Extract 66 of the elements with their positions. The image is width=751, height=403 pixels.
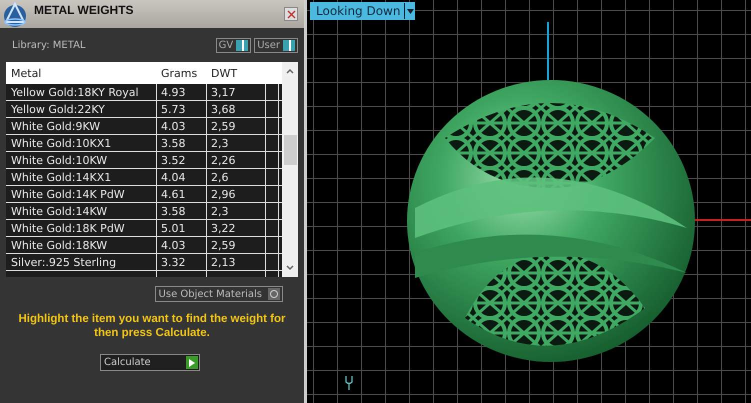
table-cell: 3.52 (157, 152, 207, 168)
column-header[interactable]: DWT (207, 66, 266, 80)
table-cell: 3.58 (157, 135, 207, 151)
table-cell: 3.58 (157, 203, 207, 219)
table-row[interactable]: White Gold:14K PdW 4.61 2,96 (6, 186, 282, 203)
table-row[interactable]: Silver:.925 Sterling 3.32 2,13 (6, 254, 282, 271)
library-label: Library: METAL (11, 40, 86, 50)
table-cell: 2,96 (207, 186, 266, 202)
table-cell: 4.03 (157, 118, 207, 134)
close-icon (286, 10, 296, 18)
scroll-up-icon[interactable] (286, 68, 294, 74)
caret-icon (406, 8, 414, 14)
table-row[interactable]: White Gold:14KW 3.58 2,3 (6, 203, 282, 220)
table-cell: 2,59 (207, 237, 266, 253)
table-cell: 4.04 (157, 169, 207, 185)
table-cell: White Gold:14K PdW (6, 186, 157, 202)
table-cell: 2,3 (207, 203, 266, 219)
table-row[interactable]: White Gold:18KW 4.03 2,59 (6, 237, 282, 254)
table-row[interactable]: White Gold:18K PdW 5.01 3,22 (6, 220, 282, 237)
table-cell: 4.93 (157, 84, 207, 100)
table-cell: 5.01 (157, 220, 207, 236)
table-row[interactable]: White Gold:14KX1 4.04 2,6 (6, 169, 282, 186)
table-cell: White Gold:14KW (6, 203, 157, 219)
scroll-thumb[interactable] (284, 134, 296, 164)
calculate-button[interactable]: Calculate (100, 354, 200, 371)
axis-gizmo-icon (344, 374, 354, 390)
instruction-text: Highlight the item you want to find the weight for then press Calculate. (17, 312, 287, 340)
close-button[interactable] (284, 7, 298, 21)
table-cell: Silver:.925 Sterling (6, 254, 157, 270)
scrollbar[interactable] (282, 62, 298, 277)
table-cell: 2,6 (207, 169, 266, 185)
table-cell: 4.03 (157, 237, 207, 253)
column-header[interactable]: Grams (157, 66, 207, 80)
table-cell: 3,17 (207, 84, 266, 100)
table-cell: White Gold:9KW (6, 118, 157, 134)
table-row[interactable]: Yellow Gold:22KY 5.73 3,68 (6, 101, 282, 118)
panel-title: METAL WEIGHTS (34, 3, 135, 17)
view-dropdown[interactable]: Looking Down (310, 2, 416, 20)
table-cell: 2,3 (207, 135, 266, 151)
table-cell: 5.73 (157, 101, 207, 117)
table-cell: White Gold:18K PdW (6, 220, 157, 236)
toggle-button[interactable]: User (254, 38, 298, 52)
column-header[interactable]: Metal (6, 66, 157, 80)
table-cell: 3,22 (207, 220, 266, 236)
table-cell: 2,26 (207, 152, 266, 168)
table-cell: 4.61 (157, 186, 207, 202)
table-row[interactable]: White Gold:9KW 4.03 2,59 (6, 118, 282, 135)
table-cell: 3.32 (157, 254, 207, 270)
table-row[interactable]: White Gold:10KX1 3.58 2,3 (6, 135, 282, 152)
axis-line (547, 22, 549, 80)
scroll-down-icon[interactable] (286, 265, 294, 271)
table-cell: Yellow Gold:22KY (6, 101, 157, 117)
table-cell: 3,68 (207, 101, 266, 117)
table-cell: White Gold:10KW (6, 152, 157, 168)
table-cell: 2,13 (207, 254, 266, 270)
play-icon (189, 358, 195, 366)
table-cell: White Gold:10KX1 (6, 135, 157, 151)
table-cell: White Gold:14KX1 (6, 169, 157, 185)
3d-viewport[interactable]: Looking Down (307, 0, 751, 403)
table-cell: White Gold:18KW (6, 237, 157, 253)
table-cell: Yellow Gold:18KY Royal (6, 84, 157, 100)
table-row[interactable]: Yellow Gold:18KY Royal 4.93 3,17 (6, 84, 282, 101)
toggle-button[interactable]: GV (216, 38, 252, 52)
table-row[interactable]: White Gold:10KW 3.52 2,26 (6, 152, 282, 169)
table-cell: 2,59 (207, 118, 266, 134)
use-object-materials-toggle[interactable]: Use Object Materials (154, 286, 283, 302)
